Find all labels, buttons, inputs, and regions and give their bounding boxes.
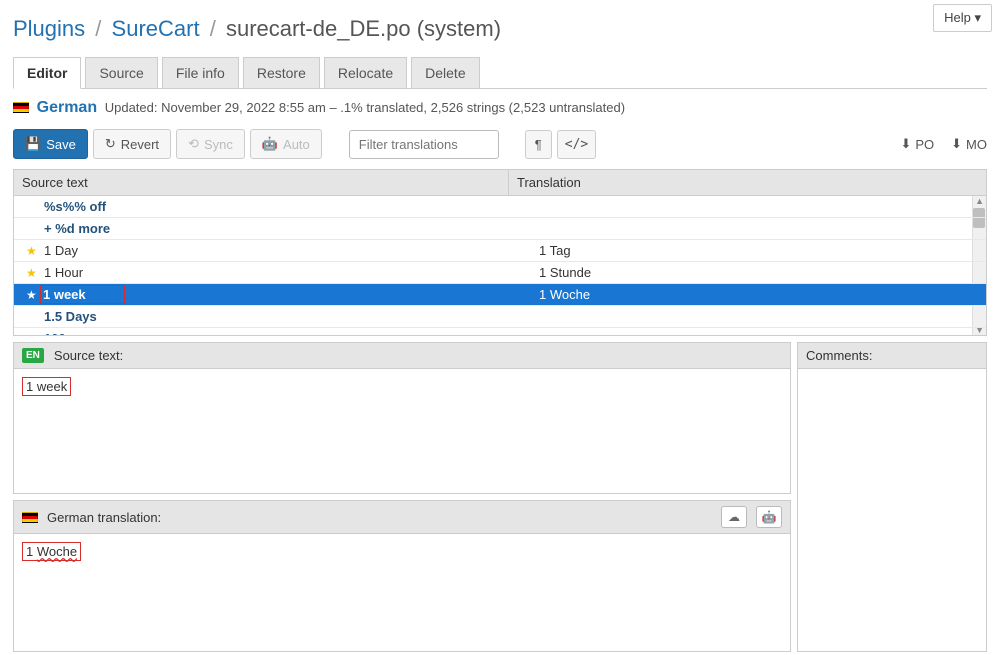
row-source: + %d more xyxy=(14,218,509,239)
sync-icon: ⟲ xyxy=(188,136,199,152)
en-badge-icon: EN xyxy=(22,348,44,363)
row-translation xyxy=(509,328,986,335)
flag-de-icon xyxy=(22,512,38,523)
table-row[interactable]: 1.5 Days xyxy=(14,306,986,328)
save-label: Save xyxy=(46,137,76,152)
tab-relocate[interactable]: Relocate xyxy=(324,57,407,89)
filter-input[interactable] xyxy=(349,130,499,159)
download-icon: ⬇ xyxy=(951,136,962,152)
tabs: Editor Source File info Restore Relocate… xyxy=(13,56,987,89)
robot-button[interactable]: 🤖 xyxy=(756,506,782,528)
row-translation: 1 Tag xyxy=(509,240,986,261)
download-icon: ⬇ xyxy=(900,136,911,152)
row-source: 1 week xyxy=(14,284,509,305)
spellcheck-word: Woche xyxy=(37,544,77,559)
table-row[interactable]: ★1 week1 Woche xyxy=(14,284,986,306)
star-icon: ★ xyxy=(26,266,37,280)
col-source-header[interactable]: Source text xyxy=(14,170,509,195)
translation-pane-label: German translation: xyxy=(47,510,161,525)
translation-value-prefix: 1 xyxy=(26,544,37,559)
tab-source[interactable]: Source xyxy=(85,57,157,89)
revert-label: Revert xyxy=(121,137,159,152)
row-source: 1 Hour xyxy=(14,262,509,283)
code-button[interactable]: </> xyxy=(557,130,596,159)
locale-row: German Updated: November 29, 2022 8:55 a… xyxy=(0,89,1000,125)
comments-area[interactable] xyxy=(798,369,986,647)
table-row[interactable]: %s%% off xyxy=(14,196,986,218)
breadcrumb-sep: / xyxy=(210,16,216,41)
source-pane: EN Source text: 1 week xyxy=(13,342,791,494)
tab-fileinfo[interactable]: File info xyxy=(162,57,239,89)
highlight-box: 1 Woche xyxy=(22,542,81,561)
translation-pane-head: German translation: ☁ 🤖 xyxy=(14,501,790,534)
translation-text-area[interactable]: 1 Woche xyxy=(14,534,790,651)
row-source: 100 xyxy=(14,328,509,335)
breadcrumb: Plugins / SureCart / surecart-de_DE.po (… xyxy=(0,0,1000,52)
table-row[interactable]: 100 xyxy=(14,328,986,335)
sync-button[interactable]: ⟲ Sync xyxy=(176,129,245,159)
translation-grid: Source text Translation ▲ ▼ %s%% off+ %d… xyxy=(13,169,987,336)
source-pane-head: EN Source text: xyxy=(14,343,790,369)
source-pane-label: Source text: xyxy=(54,348,123,363)
auto-button[interactable]: 🤖 Auto xyxy=(250,129,322,159)
star-icon: ★ xyxy=(26,244,37,258)
mo-label: MO xyxy=(966,137,987,152)
row-source: %s%% off xyxy=(14,196,509,217)
robot-icon: 🤖 xyxy=(262,136,278,152)
tab-restore[interactable]: Restore xyxy=(243,57,320,89)
locale-meta: Updated: November 29, 2022 8:55 am – .1%… xyxy=(105,100,625,115)
download-po[interactable]: ⬇ PO xyxy=(900,136,934,152)
row-source: 1 Day xyxy=(14,240,509,261)
breadcrumb-file: surecart-de_DE.po (system) xyxy=(226,16,501,41)
help-button[interactable]: Help ▾ xyxy=(933,4,992,32)
breadcrumb-sep: / xyxy=(95,16,101,41)
table-row[interactable]: ★1 Day1 Tag xyxy=(14,240,986,262)
flag-de-icon xyxy=(13,102,29,113)
revert-button[interactable]: ↻ Revert xyxy=(93,129,171,159)
po-label: PO xyxy=(915,137,934,152)
cloud-button[interactable]: ☁ xyxy=(721,506,747,528)
tab-editor[interactable]: Editor xyxy=(13,57,81,89)
locale-name[interactable]: German xyxy=(37,99,97,116)
star-icon: ★ xyxy=(26,288,37,302)
source-text-area[interactable]: 1 week xyxy=(14,369,790,493)
tab-delete[interactable]: Delete xyxy=(411,57,479,89)
col-translation-header[interactable]: Translation xyxy=(509,170,986,195)
row-translation xyxy=(509,196,986,217)
editor-panes: EN Source text: 1 week German translatio… xyxy=(13,342,987,652)
row-source: 1.5 Days xyxy=(14,306,509,327)
save-icon: 💾 xyxy=(25,136,41,152)
row-translation: 1 Stunde xyxy=(509,262,986,283)
row-translation: 1 Woche xyxy=(509,284,986,305)
sync-label: Sync xyxy=(204,137,233,152)
highlight-box: 1 week xyxy=(22,377,71,396)
toolbar: 💾 Save ↻ Revert ⟲ Sync 🤖 Auto ¶ </> ⬇ PO ⬇ MO xyxy=(0,125,1000,169)
breadcrumb-surecart[interactable]: SureCart xyxy=(112,16,200,41)
grid-header: Source text Translation xyxy=(14,170,986,196)
translation-pane: German translation: ☁ 🤖 1 Woche xyxy=(13,500,791,652)
pilcrow-button[interactable]: ¶ xyxy=(525,130,552,159)
row-translation xyxy=(509,306,986,327)
revert-icon: ↻ xyxy=(105,136,116,152)
comments-pane: Comments: xyxy=(797,342,987,652)
download-mo[interactable]: ⬇ MO xyxy=(951,136,987,152)
auto-label: Auto xyxy=(283,137,310,152)
comments-label: Comments: xyxy=(806,348,872,363)
comments-pane-head: Comments: xyxy=(798,343,986,369)
table-row[interactable]: + %d more xyxy=(14,218,986,240)
row-translation xyxy=(509,218,986,239)
breadcrumb-plugins[interactable]: Plugins xyxy=(13,16,85,41)
table-row[interactable]: ★1 Hour1 Stunde xyxy=(14,262,986,284)
save-button[interactable]: 💾 Save xyxy=(13,129,88,159)
